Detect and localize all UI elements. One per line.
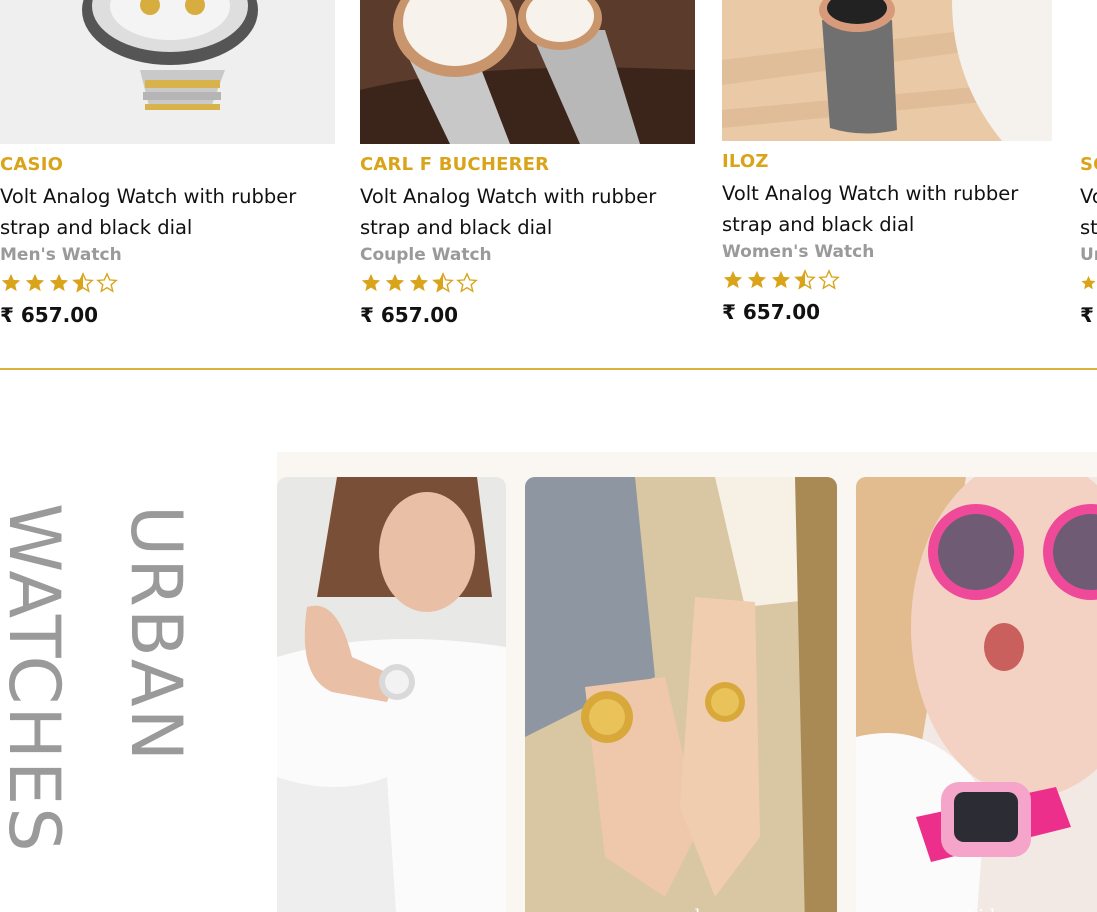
kid-pink-glasses-image	[856, 477, 1097, 912]
star-empty-icon	[456, 272, 478, 293]
star-full-icon	[771, 270, 791, 289]
product-title[interactable]: Volt Analog Watch with rubber strap and …	[0, 181, 335, 243]
star-full-icon	[1081, 275, 1096, 290]
product-card[interactable]: CARL F BUCHERER Volt Analog Watch with r…	[360, 0, 695, 327]
star-empty-icon	[96, 272, 118, 293]
category-tile-couple[interactable]: couple	[525, 477, 837, 912]
product-category: Ur	[1080, 245, 1097, 265]
rating-stars	[1080, 271, 1097, 295]
product-brand[interactable]: ILOZ	[722, 151, 1052, 172]
woman-white-shirt-image	[277, 477, 506, 912]
rating-stars	[0, 271, 335, 295]
product-image[interactable]	[360, 0, 695, 144]
star-full-icon	[361, 273, 381, 292]
category-panel: couple kids	[277, 452, 1097, 912]
category-label: couple	[525, 906, 837, 912]
product-card[interactable]: SC Vo st Ur ₹	[1080, 0, 1097, 327]
hero-text-urban: URBAN	[115, 505, 197, 764]
star-full-icon	[747, 270, 767, 289]
couple-hands-image	[525, 477, 837, 912]
product-card[interactable]: CASIO Volt Analog Watch with rubber stra…	[0, 0, 335, 327]
category-label: kids	[856, 906, 1097, 912]
star-full-icon	[25, 273, 45, 292]
star-full-icon	[723, 270, 743, 289]
category-tile-kids[interactable]: kids	[856, 477, 1097, 912]
product-brand[interactable]: SC	[1080, 154, 1097, 175]
star-empty-icon	[818, 269, 840, 290]
star-full-icon	[49, 273, 69, 292]
product-category: Women's Watch	[722, 242, 875, 262]
product-carousel: CASIO Volt Analog Watch with rubber stra…	[0, 0, 1097, 370]
star-half-icon	[794, 269, 816, 290]
product-brand[interactable]: CARL F BUCHERER	[360, 154, 695, 175]
product-category: Men's Watch	[0, 245, 122, 265]
star-full-icon	[385, 273, 405, 292]
star-full-icon	[409, 273, 429, 292]
product-image[interactable]	[1080, 0, 1097, 144]
product-title[interactable]: Volt Analog Watch with rubber strap and …	[722, 178, 1052, 240]
product-price: ₹ 657.00	[360, 303, 459, 327]
category-tile-women[interactable]	[277, 477, 506, 912]
product-image[interactable]	[722, 0, 1052, 141]
product-brand[interactable]: CASIO	[0, 154, 335, 175]
star-half-icon	[432, 272, 454, 293]
product-price: ₹	[1080, 303, 1094, 327]
product-price: ₹ 657.00	[0, 303, 99, 327]
product-price: ₹ 657.00	[722, 300, 821, 324]
star-full-icon	[1, 273, 21, 292]
product-category: Couple Watch	[360, 245, 492, 265]
product-image[interactable]	[0, 0, 335, 144]
hero-text-watches: WATCHES	[0, 503, 75, 854]
rating-stars	[722, 268, 1052, 292]
star-half-icon	[72, 272, 94, 293]
product-card[interactable]: ILOZ Volt Analog Watch with rubber strap…	[722, 0, 1052, 324]
rating-stars	[360, 271, 695, 295]
product-title[interactable]: Vo st	[1080, 181, 1097, 243]
product-title[interactable]: Volt Analog Watch with rubber strap and …	[360, 181, 695, 243]
